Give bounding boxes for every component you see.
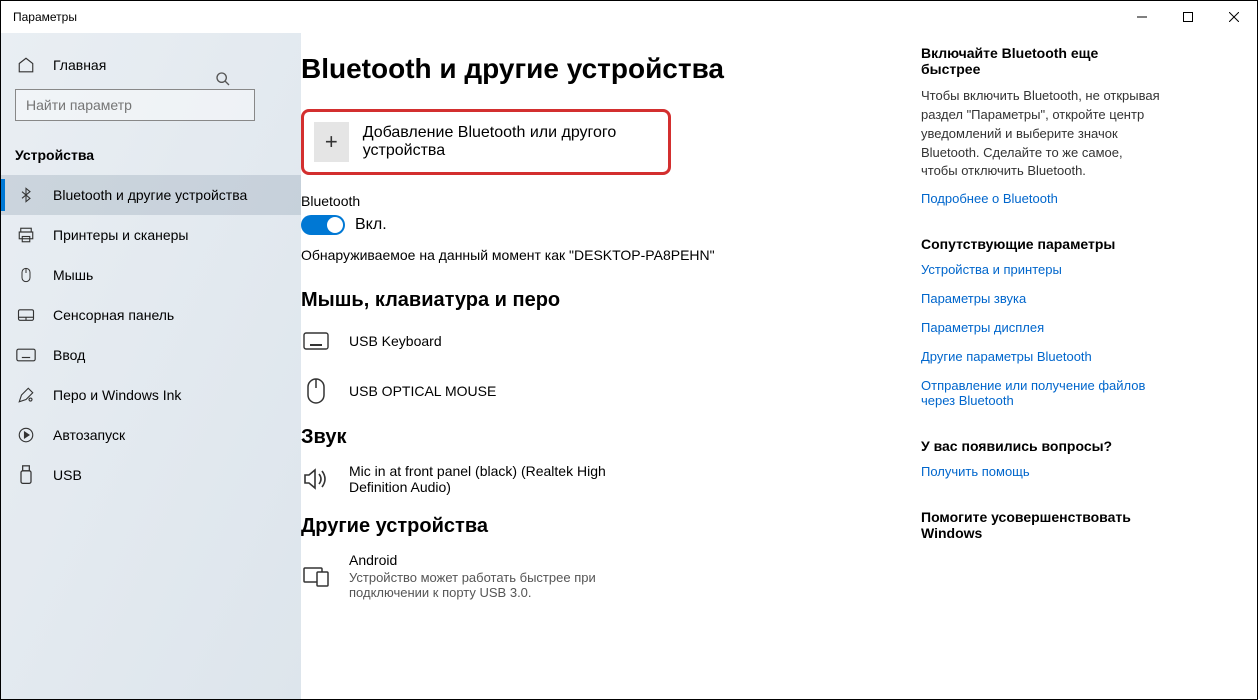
bluetooth-toggle-row: Вкл. xyxy=(301,215,881,235)
main-area: Bluetooth и другие устройства + Добавлен… xyxy=(301,33,1257,699)
device-icon xyxy=(301,561,331,591)
sidebar-item-label: Bluetooth и другие устройства xyxy=(53,187,247,203)
mouse-icon xyxy=(15,264,37,286)
sidebar-item-label: Ввод xyxy=(53,347,85,363)
search-input[interactable] xyxy=(15,89,255,121)
related-link[interactable]: Отправление или получение файлов через B… xyxy=(921,378,1161,408)
sidebar-item-label: Принтеры и сканеры xyxy=(53,227,188,243)
window-title: Параметры xyxy=(13,10,1119,24)
maximize-button[interactable] xyxy=(1165,1,1211,33)
tip-title: Включайте Bluetooth еще быстрее xyxy=(921,45,1161,77)
sidebar: Главная Устройства Bluetooth и другие ус… xyxy=(1,33,301,699)
sidebar-item-touchpad[interactable]: Сенсорная панель xyxy=(1,295,301,335)
close-button[interactable] xyxy=(1211,1,1257,33)
sidebar-item-pen[interactable]: Перо и Windows Ink xyxy=(1,375,301,415)
plus-icon: + xyxy=(314,122,349,162)
device-subtext: Устройство может работать быстрее при по… xyxy=(349,570,629,600)
sidebar-item-label: Перо и Windows Ink xyxy=(53,387,181,403)
bluetooth-icon xyxy=(15,184,37,206)
sidebar-item-autoplay[interactable]: Автозапуск xyxy=(1,415,301,455)
right-column: Включайте Bluetooth еще быстрее Чтобы вк… xyxy=(921,45,1181,699)
improve-title: Помогите усовершенствовать Windows xyxy=(921,509,1161,541)
sidebar-item-typing[interactable]: Ввод xyxy=(1,335,301,375)
usb-icon xyxy=(15,464,37,486)
page-title: Bluetooth и другие устройства xyxy=(301,53,881,85)
pen-icon xyxy=(15,384,37,406)
sidebar-item-label: Сенсорная панель xyxy=(53,307,174,323)
keyboard-icon xyxy=(15,344,37,366)
speaker-icon xyxy=(301,464,331,494)
tip-body: Чтобы включить Bluetooth, не открывая ра… xyxy=(921,87,1161,181)
bluetooth-label: Bluetooth xyxy=(301,193,881,209)
bluetooth-state: Вкл. xyxy=(355,216,387,234)
autoplay-icon xyxy=(15,424,37,446)
questions-title: У вас появились вопросы? xyxy=(921,438,1161,454)
sidebar-item-usb[interactable]: USB xyxy=(1,455,301,495)
sidebar-category-label: Устройства xyxy=(15,147,94,163)
device-mouse[interactable]: USB OPTICAL MOUSE xyxy=(301,376,881,406)
add-device-label: Добавление Bluetooth или другого устройс… xyxy=(363,124,658,160)
device-label: Android xyxy=(349,552,629,568)
related-title: Сопутствующие параметры xyxy=(921,236,1161,252)
section-sound: Звук xyxy=(301,426,881,449)
sidebar-item-printers[interactable]: Принтеры и сканеры xyxy=(1,215,301,255)
sidebar-item-label: USB xyxy=(53,467,82,483)
device-label: Mic in at front panel (black) (Realtek H… xyxy=(349,463,629,495)
sidebar-item-bluetooth[interactable]: Bluetooth и другие устройства xyxy=(1,175,301,215)
help-link[interactable]: Получить помощь xyxy=(921,464,1161,479)
touchpad-icon xyxy=(15,304,37,326)
minimize-button[interactable] xyxy=(1119,1,1165,33)
mouse-icon xyxy=(301,376,331,406)
questions-block: У вас появились вопросы? Получить помощь xyxy=(921,438,1161,479)
add-device-button[interactable]: + Добавление Bluetooth или другого устро… xyxy=(301,109,671,175)
discoverable-text: Обнаруживаемое на данный момент как "DES… xyxy=(301,247,881,263)
tip-link[interactable]: Подробнее о Bluetooth xyxy=(921,191,1161,206)
home-icon xyxy=(15,54,37,76)
device-label: USB OPTICAL MOUSE xyxy=(349,383,496,399)
sidebar-item-mouse[interactable]: Мышь xyxy=(1,255,301,295)
printer-icon xyxy=(15,224,37,246)
related-block: Сопутствующие параметры Устройства и при… xyxy=(921,236,1161,408)
sidebar-category: Устройства xyxy=(1,135,301,175)
keyboard-icon xyxy=(301,326,331,356)
section-mouse-kbd: Мышь, клавиатура и перо xyxy=(301,289,881,312)
related-link[interactable]: Параметры дисплея xyxy=(921,320,1161,335)
device-keyboard[interactable]: USB Keyboard xyxy=(301,326,881,356)
related-link[interactable]: Другие параметры Bluetooth xyxy=(921,349,1161,364)
improve-block: Помогите усовершенствовать Windows xyxy=(921,509,1161,541)
sidebar-item-label: Мышь xyxy=(53,267,93,283)
section-other: Другие устройства xyxy=(301,515,881,538)
device-android[interactable]: Android Устройство может работать быстре… xyxy=(301,552,881,600)
sidebar-home[interactable]: Главная xyxy=(1,45,301,85)
bluetooth-toggle[interactable] xyxy=(301,215,345,235)
related-link[interactable]: Параметры звука xyxy=(921,291,1161,306)
search-wrap xyxy=(15,89,287,121)
device-mic[interactable]: Mic in at front panel (black) (Realtek H… xyxy=(301,463,881,495)
device-label: USB Keyboard xyxy=(349,333,442,349)
related-link[interactable]: Устройства и принтеры xyxy=(921,262,1161,277)
tip-block: Включайте Bluetooth еще быстрее Чтобы вк… xyxy=(921,45,1161,206)
center-column: Bluetooth и другие устройства + Добавлен… xyxy=(301,45,921,699)
sidebar-home-label: Главная xyxy=(53,57,106,73)
window-controls xyxy=(1119,1,1257,33)
sidebar-item-label: Автозапуск xyxy=(53,427,125,443)
titlebar: Параметры xyxy=(1,1,1257,33)
